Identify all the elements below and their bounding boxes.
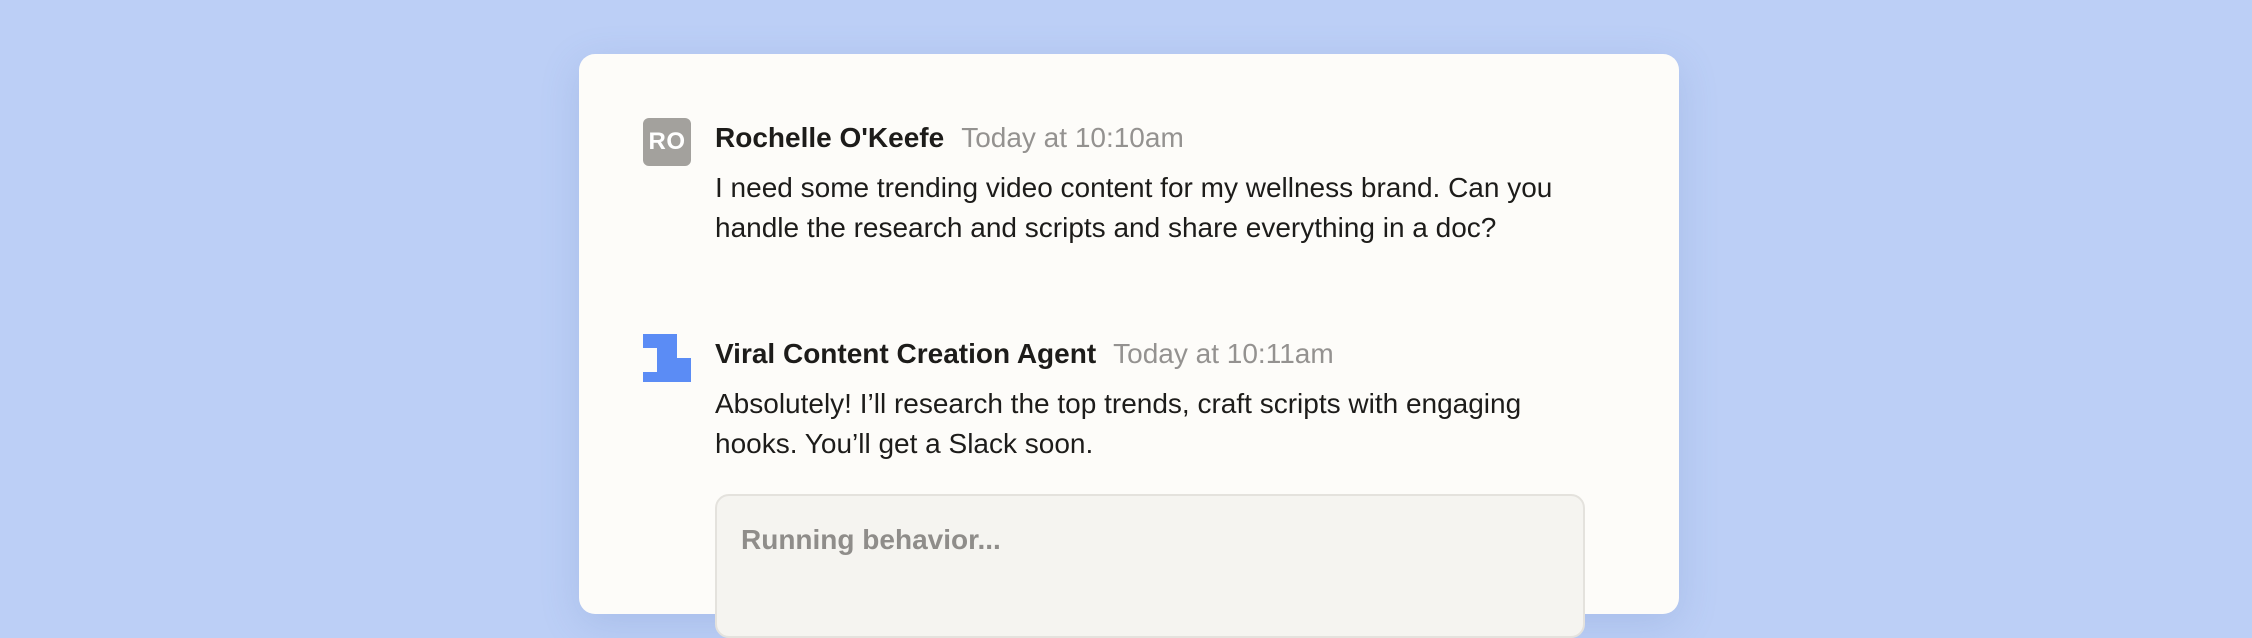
avatar-initials: RO [648,128,686,155]
message-header: Rochelle O'Keefe Today at 10:10am [715,122,1184,162]
message-timestamp[interactable]: Today at 10:10am [961,122,1184,154]
message-text: I need some trending video content for m… [715,172,1553,243]
chat-card: RO Rochelle O'Keefe Today at 10:10am I n… [579,54,1679,638]
sender-name[interactable]: Viral Content Creation Agent [715,338,1096,370]
behavior-status-box[interactable]: Running behavior... [715,494,1585,638]
message-header: Viral Content Creation Agent Today at 10… [715,338,1334,378]
agent-logo-icon[interactable] [643,334,691,382]
message-timestamp[interactable]: Today at 10:11am [1113,338,1334,370]
avatar[interactable]: RO [643,118,691,166]
message-text: Absolutely! I’ll research the top trends… [715,388,1522,459]
sender-name[interactable]: Rochelle O'Keefe [715,122,944,154]
behavior-status-label: Running behavior... [741,524,1001,555]
